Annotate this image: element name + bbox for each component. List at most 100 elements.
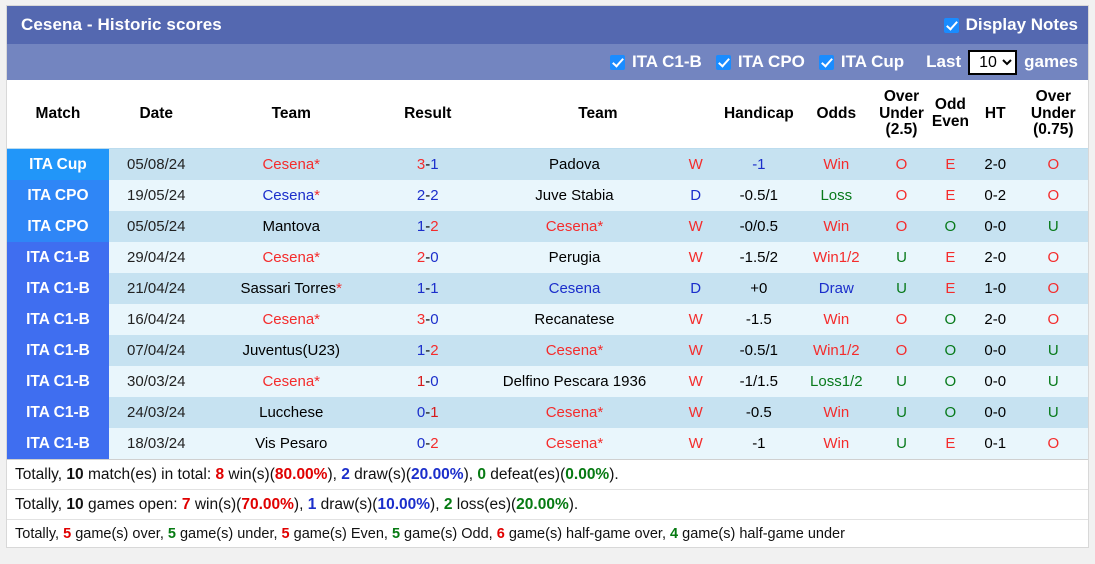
col-team-away[interactable]: Team [476,80,720,149]
row-score-home: 1 [416,218,426,235]
table-row: ITA C1-B 24/03/24 Lucchese 0-1 Cesena* W -0.5 W… [7,397,1088,428]
row-league-cell[interactable]: ITA C1-B [7,397,109,428]
filter-ita-cup-checkbox[interactable] [818,54,834,70]
row-handicap: -0.5/1 [719,180,799,211]
row-score[interactable]: 1-2 [378,211,477,242]
row-away-team-star-marker: * [597,404,604,421]
col-ou075-line3: (0.75) [1033,121,1074,139]
col-handicap[interactable]: Handicap [719,80,799,149]
league-badge[interactable]: ITA C1-B [7,335,109,366]
games-label: games [1024,52,1078,71]
row-away-team-text: Perugia [548,249,601,266]
filter-ita-cup[interactable]: ITA Cup [818,52,904,72]
filter-ita-cpo-label[interactable]: ITA CPO [738,52,805,72]
league-badge[interactable]: ITA C1-B [7,304,109,335]
row-score-away: 1 [430,404,439,421]
col-result[interactable]: Result [378,80,477,149]
s3-odd: 5 [391,526,401,542]
col-ou075-line2: Under [1030,104,1076,122]
filter-ita-cpo-checkbox[interactable] [715,54,731,70]
row-away-team-text: Delfino Pescara 1936 [502,373,647,390]
summary-line-overunder: Totally, 5 game(s) over, 5 game(s) under… [7,520,1088,547]
row-score[interactable]: 1-2 [378,335,477,366]
games-count-select[interactable]: 610203050 [968,49,1018,75]
row-score-home: 1 [416,373,426,390]
league-badge[interactable]: ITA CPO [7,211,109,242]
row-odds: Win [798,428,874,459]
league-badge[interactable]: ITA Cup [7,149,109,180]
row-odd-even: E [929,180,972,211]
s3-half-over: 6 [496,526,505,542]
display-notes-group[interactable]: Display Notes [943,15,1078,35]
col-over-under-075[interactable]: Over Under (0.75) [1018,80,1088,149]
row-odds: Win [798,211,874,242]
table-row: ITA C1-B 21/04/24 Sassari Torres* 1-1 Cesena… [7,273,1088,304]
col-over-under-25[interactable]: Over Under (2.5) [873,80,929,149]
summary-line-open: Totally, 10 games open: 7 win(s)(70.00%)… [7,490,1088,520]
display-notes-checkbox[interactable] [943,17,959,33]
row-league-cell[interactable]: ITA C1-B [7,242,109,273]
row-away-team-text: Cesena [548,280,601,297]
col-team-home[interactable]: Team [203,80,379,149]
table-row: ITA C1-B 16/04/24 Cesena* 3-0 Recanatese W -1.… [7,304,1088,335]
row-over-under-25: O [873,211,929,242]
row-over-under-25: U [873,397,929,428]
row-home-team: Cesena* [203,366,379,397]
table-header-row: Match Date Team Result Team Handicap Odd… [7,80,1088,149]
row-score[interactable]: 2-2 [378,180,477,211]
row-home-team: Vis Pesaro [203,428,379,459]
col-odd-even[interactable]: Odd Even [929,80,972,149]
league-badge[interactable]: ITA C1-B [7,273,109,304]
summary-section: Totally, 10 match(es) in total: 8 win(s)… [7,459,1088,547]
league-badge[interactable]: ITA C1-B [7,242,109,273]
filter-ita-c1b-label[interactable]: ITA C1-B [632,52,702,72]
filter-ita-c1b[interactable]: ITA C1-B [609,52,702,72]
row-league-cell[interactable]: ITA Cup [7,148,109,180]
row-league-cell[interactable]: ITA C1-B [7,273,109,304]
filter-ita-cup-label[interactable]: ITA Cup [841,52,904,72]
display-notes-label[interactable]: Display Notes [966,15,1078,35]
row-ht-score: 2-0 [971,242,1019,273]
row-league-cell[interactable]: ITA C1-B [7,366,109,397]
row-score[interactable]: 1-0 [378,366,477,397]
league-badge[interactable]: ITA C1-B [7,366,109,397]
row-handicap: +0 [719,273,799,304]
row-handicap: -1 [719,148,799,180]
row-away-team: Cesena* [476,211,673,242]
row-score[interactable]: 2-0 [378,242,477,273]
row-score[interactable]: 3-0 [378,304,477,335]
row-league-cell[interactable]: ITA C1-B [7,428,109,459]
row-score[interactable]: 3-1 [378,148,477,180]
row-wdl-result: W [672,335,720,366]
historic-scores-table: Match Date Team Result Team Handicap Odd… [7,80,1088,459]
row-league-cell[interactable]: ITA CPO [7,180,109,211]
filter-ita-cpo[interactable]: ITA CPO [715,52,805,72]
row-home-team-text: Mantova [262,218,321,235]
row-score[interactable]: 1-1 [378,273,477,304]
league-badge[interactable]: ITA C1-B [7,397,109,428]
row-handicap: -1.5 [719,304,799,335]
row-score-home: 2 [416,187,426,204]
row-league-cell[interactable]: ITA C1-B [7,304,109,335]
row-score-away: 2 [430,218,439,235]
row-ht-score: 0-0 [971,366,1019,397]
row-wdl-result: W [672,242,720,273]
col-match[interactable]: Match [7,80,109,149]
row-over-under-25: U [873,428,929,459]
row-score[interactable]: 0-1 [378,397,477,428]
row-score[interactable]: 0-2 [378,428,477,459]
row-over-under-075: U [1018,335,1088,366]
row-league-cell[interactable]: ITA C1-B [7,335,109,366]
league-badge[interactable]: ITA C1-B [7,428,109,459]
row-ht-score: 0-1 [971,428,1019,459]
filter-ita-c1b-checkbox[interactable] [609,54,625,70]
col-ht[interactable]: HT [971,80,1019,149]
league-badge[interactable]: ITA CPO [7,180,109,211]
s3-t6: game(s) half-game over, [504,526,671,542]
col-odds[interactable]: Odds [798,80,874,149]
row-league-cell[interactable]: ITA CPO [7,211,109,242]
row-date: 24/03/24 [108,397,204,428]
col-date[interactable]: Date [108,80,204,149]
row-home-team-star-marker: * [336,280,342,297]
row-score-away: 0 [430,373,439,390]
